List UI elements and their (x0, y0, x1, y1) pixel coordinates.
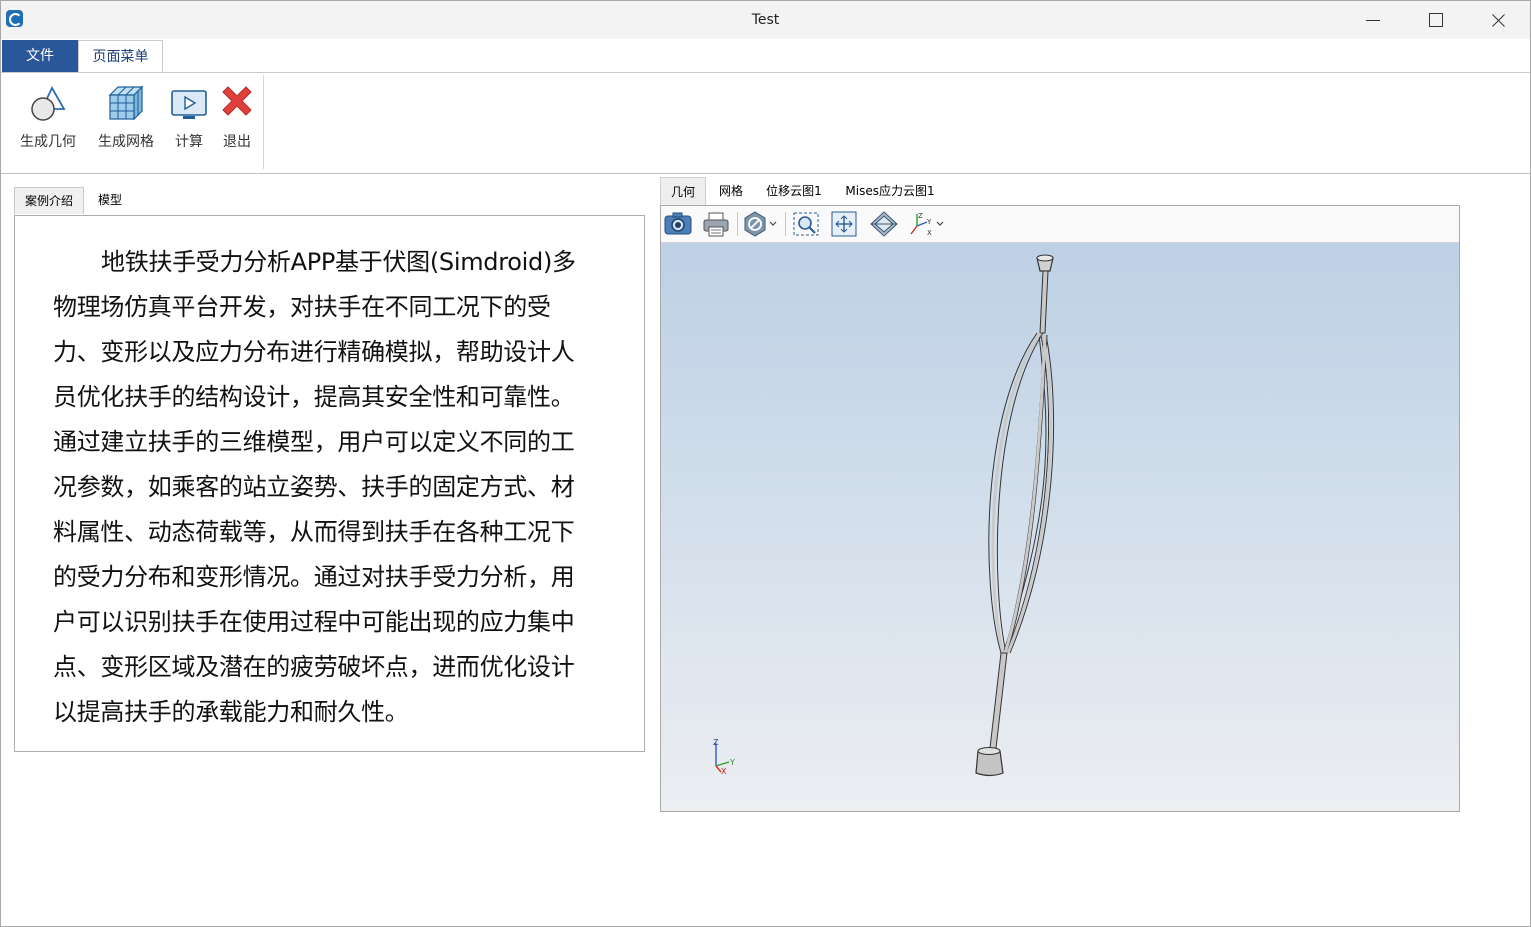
exit-icon (217, 83, 257, 123)
app-window: Test 文件 页面菜单 生成几何 生成网格 计算 退出 案例介绍 模型 地铁扶… (0, 0, 1531, 927)
view-cube-icon[interactable] (869, 210, 899, 238)
generate-geometry-button[interactable]: 生成几何 (17, 83, 79, 151)
title-bar: Test (1, 1, 1530, 39)
axis-view-icon[interactable]: Z Y X (907, 210, 947, 238)
tab-mises-stress-contour[interactable]: Mises应力云图1 (838, 177, 942, 205)
tab-case-intro[interactable]: 案例介绍 (14, 187, 84, 214)
compute-icon (169, 83, 209, 123)
exit-label: 退出 (223, 134, 251, 150)
svg-text:X: X (927, 229, 932, 237)
tab-geometry[interactable]: 几何 (660, 177, 706, 205)
ribbon-tab-bar: 文件 页面菜单 (1, 39, 1530, 73)
mesh-icon (106, 83, 146, 123)
geometry-icon (28, 83, 68, 123)
tab-displacement-contour[interactable]: 位移云图1 (760, 177, 828, 205)
generate-mesh-button[interactable]: 生成网格 (95, 83, 157, 151)
svg-text:Z: Z (918, 212, 923, 220)
handrail-top-cap (1036, 254, 1054, 272)
handrail-base (975, 747, 1004, 777)
axis-z-label: Z (713, 738, 719, 747)
3d-viewer: Z Y X Z Y X (660, 205, 1460, 812)
tab-file[interactable]: 文件 (2, 40, 78, 72)
generate-geometry-label: 生成几何 (20, 134, 76, 150)
axis-triad: Z Y X (713, 738, 735, 776)
exit-button[interactable]: 退出 (217, 83, 257, 151)
generate-mesh-label: 生成网格 (98, 134, 154, 150)
case-intro-panel: 地铁扶手受力分析APP基于伏图(Simdroid)多物理场仿真平台开发，对扶手在… (14, 215, 645, 752)
print-icon[interactable] (701, 210, 731, 238)
fit-view-icon[interactable] (829, 210, 859, 238)
compute-button[interactable]: 计算 (169, 83, 209, 151)
minimize-button[interactable] (1342, 1, 1404, 39)
compute-label: 计算 (175, 134, 203, 150)
window-title: Test (751, 12, 780, 28)
axis-y-label: Y (729, 758, 735, 767)
close-window-button[interactable] (1467, 1, 1529, 39)
zoom-box-icon[interactable] (791, 210, 821, 238)
tab-page-menu[interactable]: 页面菜单 (78, 40, 163, 72)
display-mode-icon[interactable] (741, 210, 779, 238)
handrail-model: Z Y X (713, 254, 1055, 777)
ribbon-group-divider (263, 75, 264, 169)
svg-text:Y: Y (926, 218, 932, 226)
toolbar-separator (737, 212, 738, 236)
toolbar-separator (785, 212, 786, 236)
camera-icon[interactable] (663, 210, 693, 238)
tab-model[interactable]: 模型 (84, 187, 136, 214)
viewer-toolbar: Z Y X (661, 206, 1459, 243)
ribbon-panel: 生成几何 生成网格 计算 退出 (1, 73, 1530, 174)
maximize-button[interactable] (1404, 1, 1466, 39)
geometry-canvas[interactable]: Z Y X (661, 243, 1459, 811)
case-intro-text: 地铁扶手受力分析APP基于伏图(Simdroid)多物理场仿真平台开发，对扶手在… (53, 248, 576, 726)
axis-x-label: X (721, 767, 727, 776)
tab-mesh[interactable]: 网格 (708, 177, 754, 205)
